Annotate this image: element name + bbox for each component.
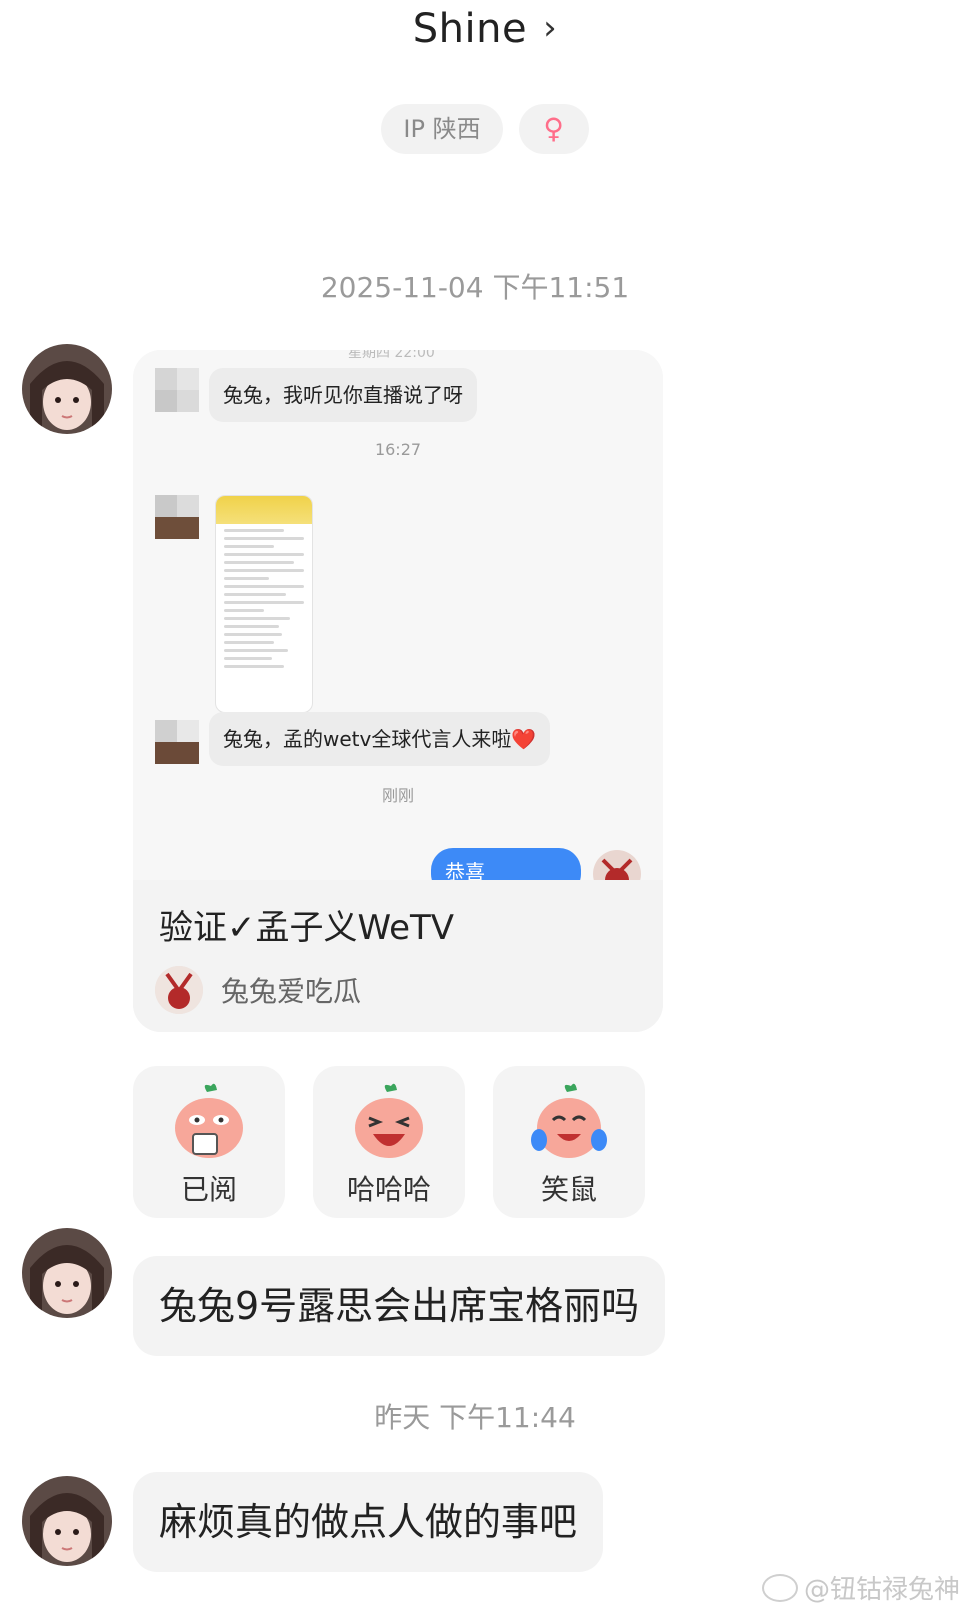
reaction-read[interactable]: 已阅 — [133, 1066, 285, 1218]
card-author: 兔兔爱吃瓜 — [221, 975, 362, 1008]
card-meta: 验证✓孟子义WeTV 兔兔爱吃瓜 — [133, 880, 663, 1032]
preview-message: 兔兔，我听见你直播说了呀 — [209, 368, 477, 422]
preview-avatar — [593, 850, 641, 880]
profile-tags: IP 陕西 ♀ — [0, 104, 970, 154]
preview-timestamp: 16:27 — [374, 440, 422, 459]
laugh-emoji-icon — [355, 1083, 423, 1158]
chat-header: Shine › — [0, 0, 970, 70]
reaction-label: 哈哈哈 — [346, 1173, 431, 1206]
weibo-icon — [761, 1574, 798, 1602]
watermark: @钮钴禄兔神 — [761, 1569, 960, 1606]
message-bubble[interactable]: 麻烦真的做点人做的事吧 — [133, 1472, 604, 1572]
reaction-tears-laugh[interactable]: 笑鼠 — [493, 1066, 645, 1218]
female-icon: ♀ — [518, 104, 589, 154]
contact-name-button[interactable]: Shine › — [0, 6, 970, 52]
read-emoji-icon — [175, 1083, 243, 1158]
cut-timestamp: 星期四 22:00 — [348, 350, 435, 361]
preview-timestamp: 刚刚 — [381, 786, 414, 805]
preview-message: 兔兔，孟的wetv全球代言人来啦❤️ — [209, 712, 551, 766]
ip-location-tag: IP 陕西 — [381, 104, 503, 154]
phone-screenshot-image — [215, 495, 313, 713]
chat-screenshot-preview: 星期四 22:00 兔兔，我听见你直播说了呀 16:27 兔兔，孟的wetv全球… — [133, 350, 663, 880]
timestamp: 2025-11-04 下午11:51 — [320, 271, 630, 304]
reaction-laugh[interactable]: 哈哈哈 — [313, 1066, 465, 1218]
chevron-right-icon: › — [543, 8, 558, 48]
message-bubble[interactable]: 兔兔9号露思会出席宝格丽吗 — [133, 1256, 666, 1356]
timestamp: 昨天 下午11:44 — [374, 1401, 576, 1434]
shared-post-card[interactable]: 星期四 22:00 兔兔，我听见你直播说了呀 16:27 兔兔，孟的wetv全球… — [133, 350, 663, 1032]
mosaic-avatar — [155, 720, 199, 764]
watermark-text: @钮钴禄兔神 — [803, 1575, 960, 1605]
avatar[interactable] — [22, 1228, 112, 1318]
avatar[interactable] — [22, 344, 112, 434]
mosaic-avatar — [155, 368, 199, 412]
author-avatar — [155, 966, 203, 1014]
tears-laugh-emoji-icon — [531, 1083, 607, 1158]
avatar[interactable] — [22, 1476, 112, 1566]
reaction-label: 笑鼠 — [540, 1173, 597, 1206]
mosaic-avatar — [155, 495, 199, 539]
card-title: 验证✓孟子义WeTV — [159, 908, 455, 948]
contact-name: Shine — [412, 6, 528, 52]
preview-sent-message: 恭喜 — [431, 848, 581, 880]
reaction-label: 已阅 — [180, 1173, 237, 1206]
